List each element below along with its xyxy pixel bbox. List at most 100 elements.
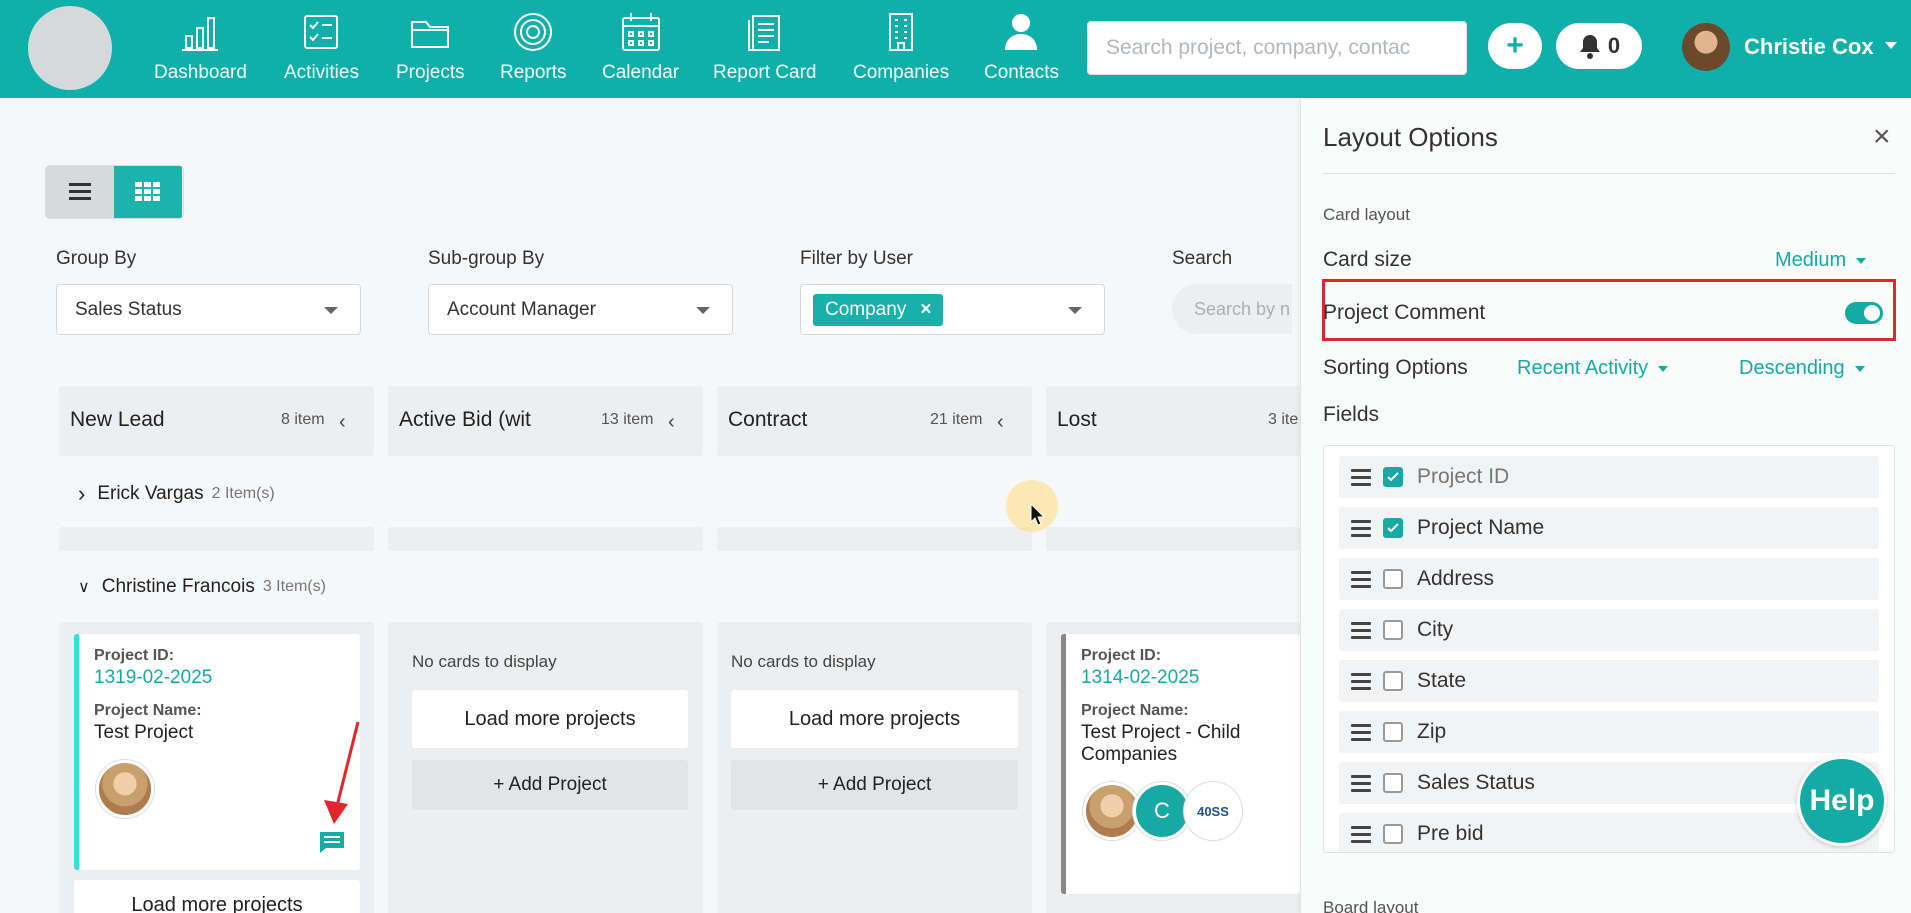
target-icon	[514, 13, 553, 51]
nav-dashboard[interactable]: Dashboard	[154, 10, 247, 90]
project-id-label: Project ID:	[1081, 647, 1162, 664]
group-by-label: Group By	[56, 248, 137, 269]
chevron-left-icon[interactable]: ‹	[668, 411, 675, 434]
quick-add-button[interactable]: +	[1488, 23, 1542, 69]
chart-bars-icon	[182, 17, 219, 51]
user-avatar[interactable]	[1682, 23, 1730, 71]
field-row[interactable]: Project Name	[1339, 507, 1879, 549]
nav-report-card[interactable]: Report Card	[713, 10, 817, 90]
field-checkbox[interactable]	[1383, 773, 1403, 793]
field-row[interactable]: Zip	[1339, 711, 1879, 753]
group-name: Christine Francois	[101, 576, 255, 597]
top-navbar: Dashboard Activities Projects Reports Ca…	[0, 0, 1911, 98]
caret-down-icon	[1856, 257, 1867, 264]
field-row[interactable]: Project ID	[1339, 456, 1879, 498]
load-more-button[interactable]: Load more projects	[412, 690, 688, 748]
field-checkbox[interactable]	[1383, 722, 1403, 742]
chip-remove-icon[interactable]: ×	[920, 299, 931, 321]
project-name-label: Project Name:	[94, 702, 202, 719]
project-id-value[interactable]: 1319-02-2025	[94, 667, 212, 689]
comment-icon[interactable]	[318, 830, 346, 854]
sort-direction-dropdown[interactable]: Descending	[1739, 357, 1865, 380]
column-count: 3 ite	[1268, 411, 1299, 428]
drag-handle-icon[interactable]	[1351, 672, 1371, 690]
sort-by-dropdown[interactable]: Recent Activity	[1517, 357, 1669, 380]
list-view-button[interactable]	[46, 166, 114, 218]
annotation-arrow	[324, 721, 360, 824]
filter-by-user-label: Filter by User	[800, 248, 913, 269]
load-more-label: Load more projects	[131, 893, 303, 913]
nav-reports[interactable]: Reports	[500, 10, 567, 90]
project-comment-toggle[interactable]	[1845, 302, 1883, 324]
nav-label: Companies	[853, 62, 950, 83]
sort-by-value: Recent Activity	[1517, 357, 1649, 379]
chevron-left-icon[interactable]: ‹	[339, 411, 346, 434]
field-checkbox[interactable]	[1383, 824, 1403, 844]
chevron-left-icon[interactable]: ‹	[997, 411, 1004, 434]
avatar-initial[interactable]: C	[1133, 782, 1191, 840]
drag-handle-icon[interactable]	[1351, 468, 1371, 486]
nav-calendar[interactable]: Calendar	[602, 10, 679, 90]
project-id-label: Project ID:	[94, 647, 175, 664]
group-row-christine-francois[interactable]: ∨ Christine Francois 3 Item(s)	[78, 576, 326, 598]
nav-projects[interactable]: Projects	[396, 10, 465, 90]
close-icon[interactable]: ×	[1873, 120, 1891, 154]
group-by-select[interactable]: Sales Status	[56, 284, 361, 335]
field-name: Sales Status	[1417, 771, 1535, 794]
field-row[interactable]: Pre bid	[1339, 813, 1879, 852]
drag-handle-icon[interactable]	[1351, 519, 1371, 537]
add-project-button[interactable]: + Add Project	[412, 760, 688, 810]
drag-handle-icon[interactable]	[1351, 570, 1371, 588]
subgroup-by-select[interactable]: Account Manager	[428, 284, 733, 335]
caret-down-icon	[1658, 365, 1669, 372]
field-row[interactable]: State	[1339, 660, 1879, 702]
card-size-dropdown[interactable]: Medium	[1775, 249, 1867, 272]
avatar[interactable]	[96, 760, 154, 818]
column-title: New Lead	[70, 408, 165, 431]
help-label: Help	[1809, 784, 1875, 817]
field-checkbox[interactable]	[1383, 467, 1403, 487]
company-logo-avatar[interactable]: 40SS	[1184, 782, 1242, 840]
board-search-input[interactable]: Search by n	[1172, 284, 1292, 334]
field-row[interactable]: City	[1339, 609, 1879, 651]
chevron-down-icon[interactable]: ∨	[78, 577, 90, 597]
drag-handle-icon[interactable]	[1351, 621, 1371, 639]
filter-by-user-select[interactable]: Company ×	[800, 284, 1105, 335]
company-logo-text: 40SS	[1197, 803, 1229, 819]
drag-handle-icon[interactable]	[1351, 774, 1371, 792]
view-toggle	[46, 166, 183, 218]
clipboard-icon	[747, 15, 780, 51]
nav-companies[interactable]: Companies	[853, 10, 949, 90]
drag-handle-icon[interactable]	[1351, 723, 1371, 741]
nav-contacts[interactable]: Contacts	[984, 10, 1059, 90]
group-row-erick-vargas[interactable]: › Erick Vargas 2 Item(s)	[78, 481, 275, 507]
load-more-button[interactable]: Load more projects	[74, 880, 360, 913]
project-comment-label: Project Comment	[1323, 301, 1486, 324]
field-checkbox[interactable]	[1383, 620, 1403, 640]
chevron-right-icon[interactable]: ›	[78, 481, 85, 507]
notifications-button[interactable]: 0	[1556, 23, 1642, 69]
user-name[interactable]: Christie Cox	[1744, 34, 1874, 60]
help-button[interactable]: Help	[1797, 756, 1887, 846]
drag-handle-icon[interactable]	[1351, 825, 1371, 843]
filter-chip-company: Company ×	[813, 293, 944, 326]
field-checkbox[interactable]	[1383, 569, 1403, 589]
field-name: Project Name	[1417, 516, 1545, 539]
column-title: Lost	[1057, 408, 1097, 431]
board-view-button[interactable]	[114, 166, 182, 218]
project-id-value[interactable]: 1314-02-2025	[1081, 667, 1199, 689]
field-checkbox[interactable]	[1383, 671, 1403, 691]
field-checkbox[interactable]	[1383, 518, 1403, 538]
chevron-down-icon[interactable]	[1885, 42, 1897, 49]
nav-activities[interactable]: Activities	[284, 10, 359, 90]
mouse-cursor-icon	[1030, 503, 1046, 526]
project-card[interactable]: Project ID: 1314-02-2025 Project Name: T…	[1061, 634, 1300, 894]
add-project-button[interactable]: + Add Project	[731, 760, 1018, 810]
project-name-line1: Test Project - Child	[1081, 722, 1241, 743]
nav-label: Reports	[500, 62, 567, 83]
load-more-button[interactable]: Load more projects	[731, 690, 1018, 748]
field-row[interactable]: Address	[1339, 558, 1879, 600]
company-logo[interactable]	[28, 6, 112, 90]
global-search-input[interactable]: Search project, company, contac	[1087, 21, 1467, 75]
column-count: 13 item	[601, 411, 654, 428]
